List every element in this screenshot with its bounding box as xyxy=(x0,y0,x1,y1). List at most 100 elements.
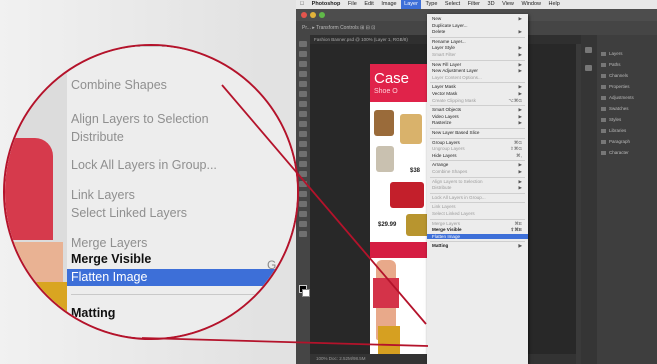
path-select-tool-icon[interactable] xyxy=(299,201,307,207)
menu-item-delete[interactable]: Delete ▶ xyxy=(427,29,528,34)
minimize-window-icon[interactable] xyxy=(310,12,316,18)
submenu-arrow-icon: ▶ xyxy=(518,84,522,90)
menu-item-label: Create Clipping Mask xyxy=(432,97,476,103)
menu-filter[interactable]: Filter xyxy=(465,0,483,9)
history-brush-tool-icon[interactable] xyxy=(299,131,307,137)
menu-item-layer-style[interactable]: Layer Style ▶ xyxy=(427,45,528,50)
menu-item-label: Select Linked Layers xyxy=(432,211,475,216)
menu-item-new-fill-layer[interactable]: New Fill Layer ▶ xyxy=(427,62,528,67)
menu-item-label: Flatten Image xyxy=(432,233,461,239)
menu-item-label: Merge Visible xyxy=(432,227,462,233)
menu-item-merge-visible[interactable]: Merge Visible ⇧⌘E xyxy=(427,227,528,232)
type-tool-icon[interactable] xyxy=(299,191,307,197)
menu-item-label: Ungroup Layers xyxy=(432,146,465,152)
banner-title: Case xyxy=(374,70,410,87)
menu-app[interactable]: Photoshop xyxy=(309,0,344,9)
healing-tool-icon[interactable] xyxy=(299,101,307,107)
menu-item-smart-filter: Smart Filter ▶ xyxy=(427,52,528,57)
submenu-arrow-icon: ▶ xyxy=(518,243,522,249)
menu-item-flatten-image[interactable]: Flatten Image xyxy=(427,233,528,239)
menu-help[interactable]: Help xyxy=(546,0,563,9)
price-label-2: $29.99 xyxy=(378,222,397,228)
menu-item-video-layers[interactable]: Video Layers ▶ xyxy=(427,114,528,119)
menu-edit[interactable]: Edit xyxy=(361,0,376,9)
magnified-item-matting[interactable]: Matting xyxy=(71,306,115,321)
menu-view[interactable]: View xyxy=(499,0,517,9)
zoom-window-icon[interactable] xyxy=(319,12,325,18)
shape-tool-icon[interactable] xyxy=(299,211,307,217)
menu-item-group-layers[interactable]: Group Layers ⌘G xyxy=(427,140,528,145)
panel-tab-channels[interactable]: Channels xyxy=(601,72,628,80)
panel-tab-paths[interactable]: Paths xyxy=(601,61,621,69)
document-tab[interactable]: Fashion Banner.psd @ 100% (Layer 1, RGB/… xyxy=(310,37,408,42)
menu-item-smart-objects[interactable]: Smart Objects ▶ xyxy=(427,107,528,112)
zoom-tool-icon[interactable] xyxy=(299,231,307,237)
menu-item-duplicate-layer[interactable]: Duplicate Layer... xyxy=(427,23,528,28)
menu-item-new-adjustment-layer[interactable]: New Adjustment Layer ▶ xyxy=(427,68,528,73)
magnified-item-flatten-image[interactable]: Flatten Image xyxy=(67,269,297,286)
magnified-separator xyxy=(71,294,271,295)
panel-icon-info[interactable] xyxy=(585,65,592,71)
move-tool-icon[interactable] xyxy=(299,41,307,47)
submenu-arrow-icon: ▶ xyxy=(518,61,522,67)
menu-item-new[interactable]: New ▶ xyxy=(427,16,528,21)
magnified-item-merge-visible[interactable]: Merge Visible xyxy=(71,252,151,267)
dodge-tool-icon[interactable] xyxy=(299,171,307,177)
submenu-arrow-icon: ▶ xyxy=(518,52,522,57)
quick-select-tool-icon[interactable] xyxy=(299,71,307,77)
menu-item-shortcut: ⇧⌘G xyxy=(509,146,522,152)
panel-tab-libraries[interactable]: Libraries xyxy=(601,127,626,135)
menu-separator xyxy=(430,241,525,243)
eyedropper-tool-icon[interactable] xyxy=(299,91,307,97)
panel-tab-properties[interactable]: Properties xyxy=(601,83,630,91)
menu-separator xyxy=(430,137,525,139)
red-shoe-image xyxy=(390,182,424,208)
menu-item-label: Delete xyxy=(432,29,446,35)
marquee-tool-icon[interactable] xyxy=(299,51,307,57)
menu-type[interactable]: Type xyxy=(422,0,440,9)
menu-item-label: Rename Layer... xyxy=(432,38,466,44)
gradient-tool-icon[interactable] xyxy=(299,151,307,157)
panel-tab-layers[interactable]: Layers xyxy=(601,50,623,58)
blur-tool-icon[interactable] xyxy=(299,161,307,167)
magnifier-callout: Combine Shapes Align Layers to Selection D… xyxy=(3,44,299,340)
menu-item-label: Link Layers xyxy=(432,204,456,210)
brush-tool-icon[interactable] xyxy=(299,111,307,117)
background-color-swatch[interactable] xyxy=(302,289,310,297)
crop-tool-icon[interactable] xyxy=(299,81,307,87)
menu-item-vector-mask[interactable]: Vector Mask ▶ xyxy=(427,91,528,96)
pen-tool-icon[interactable] xyxy=(299,181,307,187)
menu-layer[interactable]: Layer xyxy=(401,0,421,9)
panel-tab-paragraph[interactable]: Paragraph xyxy=(601,138,630,146)
menu-select[interactable]: Select xyxy=(442,0,463,9)
menu-image[interactable]: Image xyxy=(378,0,399,9)
menu-item-combine-shapes: Combine Shapes ▶ xyxy=(427,169,528,174)
lasso-tool-icon[interactable] xyxy=(299,61,307,67)
panel-icon-history[interactable] xyxy=(585,47,592,53)
panel-tab-styles[interactable]: Styles xyxy=(601,116,621,124)
menu-item-rasterize[interactable]: Rasterize ▶ xyxy=(427,120,528,125)
menu-item-arrange[interactable]: Arrange ▶ xyxy=(427,162,528,167)
options-bar-text[interactable]: Pr... ▸ Transform Controls ⊞ ⊟ ⊡ xyxy=(296,25,375,31)
menu-item-new-layer-based-slice[interactable]: New Layer Based Slice xyxy=(427,130,528,135)
hand-tool-icon[interactable] xyxy=(299,221,307,227)
menu-3d[interactable]: 3D xyxy=(485,0,498,9)
menu-item-link-layers: Link Layers xyxy=(427,204,528,209)
submenu-arrow-icon: ▶ xyxy=(518,178,522,184)
panel-tab-swatches[interactable]: Swatches xyxy=(601,105,629,113)
menu-item-rename-layer[interactable]: Rename Layer... xyxy=(427,39,528,44)
menu-item-matting[interactable]: Matting ▶ xyxy=(427,243,528,248)
panel-tab-character[interactable]: Character xyxy=(601,149,629,157)
menu-window[interactable]: Window xyxy=(518,0,544,9)
apple-icon[interactable]:  xyxy=(296,0,307,9)
submenu-arrow-icon: ▶ xyxy=(518,16,522,21)
menu-file[interactable]: File xyxy=(345,0,360,9)
menu-item-hide-layers[interactable]: Hide Layers ⌘, xyxy=(427,153,528,158)
panel-tab-adjustments[interactable]: Adjustments xyxy=(601,94,634,102)
stamp-tool-icon[interactable] xyxy=(299,121,307,127)
menu-item-shortcut: ⌘E xyxy=(514,220,522,226)
menu-item-layer-content-options: Layer Content Options... xyxy=(427,75,528,80)
eraser-tool-icon[interactable] xyxy=(299,141,307,147)
close-window-icon[interactable] xyxy=(301,12,307,18)
menu-item-layer-mask[interactable]: Layer Mask ▶ xyxy=(427,84,528,89)
